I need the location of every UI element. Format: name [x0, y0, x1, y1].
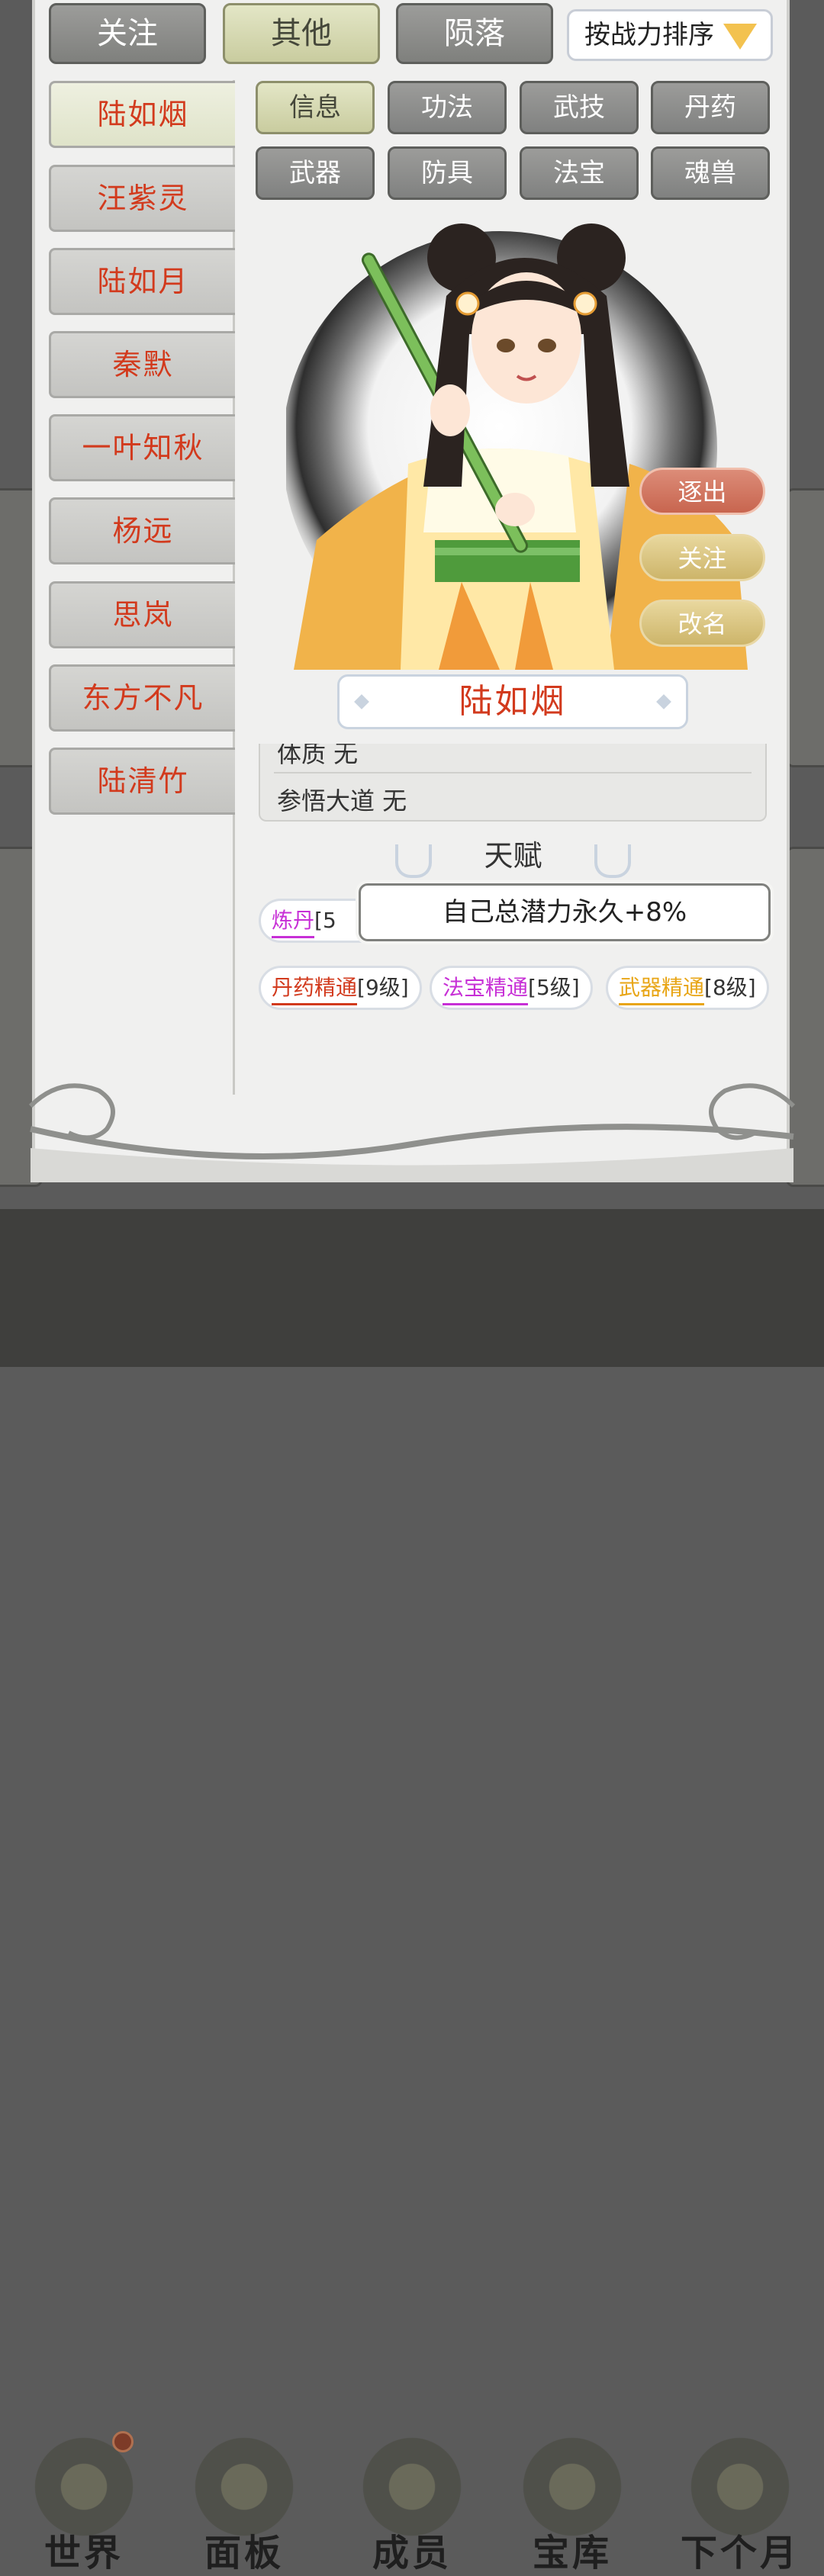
- member-list-item[interactable]: 思岚: [49, 581, 235, 648]
- diamond-ornament-icon: [656, 694, 671, 709]
- member-list-item[interactable]: 汪紫灵: [49, 165, 235, 232]
- tab-info[interactable]: 信息: [256, 81, 375, 134]
- tab-beasts[interactable]: 魂兽: [651, 146, 770, 200]
- talent-name: 武器精通: [619, 973, 705, 1005]
- info-list[interactable]: 体质 无 参悟大道 无: [259, 744, 767, 822]
- nav-panel[interactable]: 面板: [175, 2430, 313, 2574]
- dropdown-arrow-icon: [723, 24, 757, 50]
- diamond-ornament-icon: [354, 694, 369, 709]
- nav-next-month[interactable]: 下个月: [671, 2430, 809, 2574]
- rename-button[interactable]: 改名: [639, 600, 765, 647]
- tab-fallen[interactable]: 陨落: [396, 3, 553, 64]
- sort-dropdown[interactable]: 按战力排序: [567, 9, 773, 61]
- talent-level: [9级]: [357, 975, 409, 1000]
- tab-other[interactable]: 其他: [223, 3, 380, 64]
- divider: [274, 772, 752, 773]
- nav-world[interactable]: 世界: [15, 2430, 153, 2574]
- comprehension-row: 参悟大道 无: [277, 786, 407, 815]
- talent-level: [5级]: [528, 975, 580, 1000]
- talent-title: 天赋: [395, 835, 631, 878]
- nav-treasury[interactable]: 宝库: [504, 2430, 641, 2574]
- tab-techniques[interactable]: 功法: [388, 81, 507, 134]
- member-list-item[interactable]: 杨远: [49, 497, 235, 564]
- member-list-item[interactable]: 秦默: [49, 331, 235, 398]
- tab-pills[interactable]: 丹药: [651, 81, 770, 134]
- talent-tag[interactable]: 武器精通[8级]: [606, 966, 769, 1010]
- character-name-plate: 陆如烟: [337, 674, 688, 729]
- nav-members[interactable]: 成员: [343, 2430, 481, 2574]
- sort-label: 按战力排序: [584, 20, 714, 50]
- member-list-item[interactable]: 陆清竹: [49, 748, 235, 815]
- character-name: 陆如烟: [459, 682, 567, 721]
- talent-level: [8级]: [704, 975, 756, 1000]
- notification-dot: [112, 2431, 134, 2452]
- talent-tooltip: 自己总潜力永久+8%: [359, 883, 771, 941]
- talent-name: 炼丹: [272, 905, 315, 938]
- tab-martial-skills[interactable]: 武技: [520, 81, 639, 134]
- talent-name: 丹药精通: [272, 973, 358, 1005]
- member-list-item[interactable]: 陆如月: [49, 248, 235, 315]
- bottom-nav-bar: 世界 面板 成员 宝库 下个月: [0, 1209, 824, 2574]
- talent-level: [5: [314, 908, 336, 933]
- talent-name: 法宝精通: [443, 973, 529, 1005]
- member-list-item[interactable]: 一叶知秋: [49, 414, 235, 481]
- member-list-item[interactable]: 东方不凡: [49, 664, 235, 732]
- tab-weapons[interactable]: 武器: [256, 146, 375, 200]
- member-list-item[interactable]: 陆如烟: [49, 81, 235, 148]
- talent-tag[interactable]: 丹药精通[9级]: [259, 966, 422, 1010]
- tab-armor[interactable]: 防具: [388, 146, 507, 200]
- tab-follow[interactable]: 关注: [49, 3, 206, 64]
- expel-button[interactable]: 逐出: [639, 468, 765, 515]
- talent-tag[interactable]: 法宝精通[5级]: [430, 966, 593, 1010]
- constitution-row: 体质 无: [277, 744, 359, 768]
- tab-treasures[interactable]: 法宝: [520, 146, 639, 200]
- follow-button[interactable]: 关注: [639, 534, 765, 581]
